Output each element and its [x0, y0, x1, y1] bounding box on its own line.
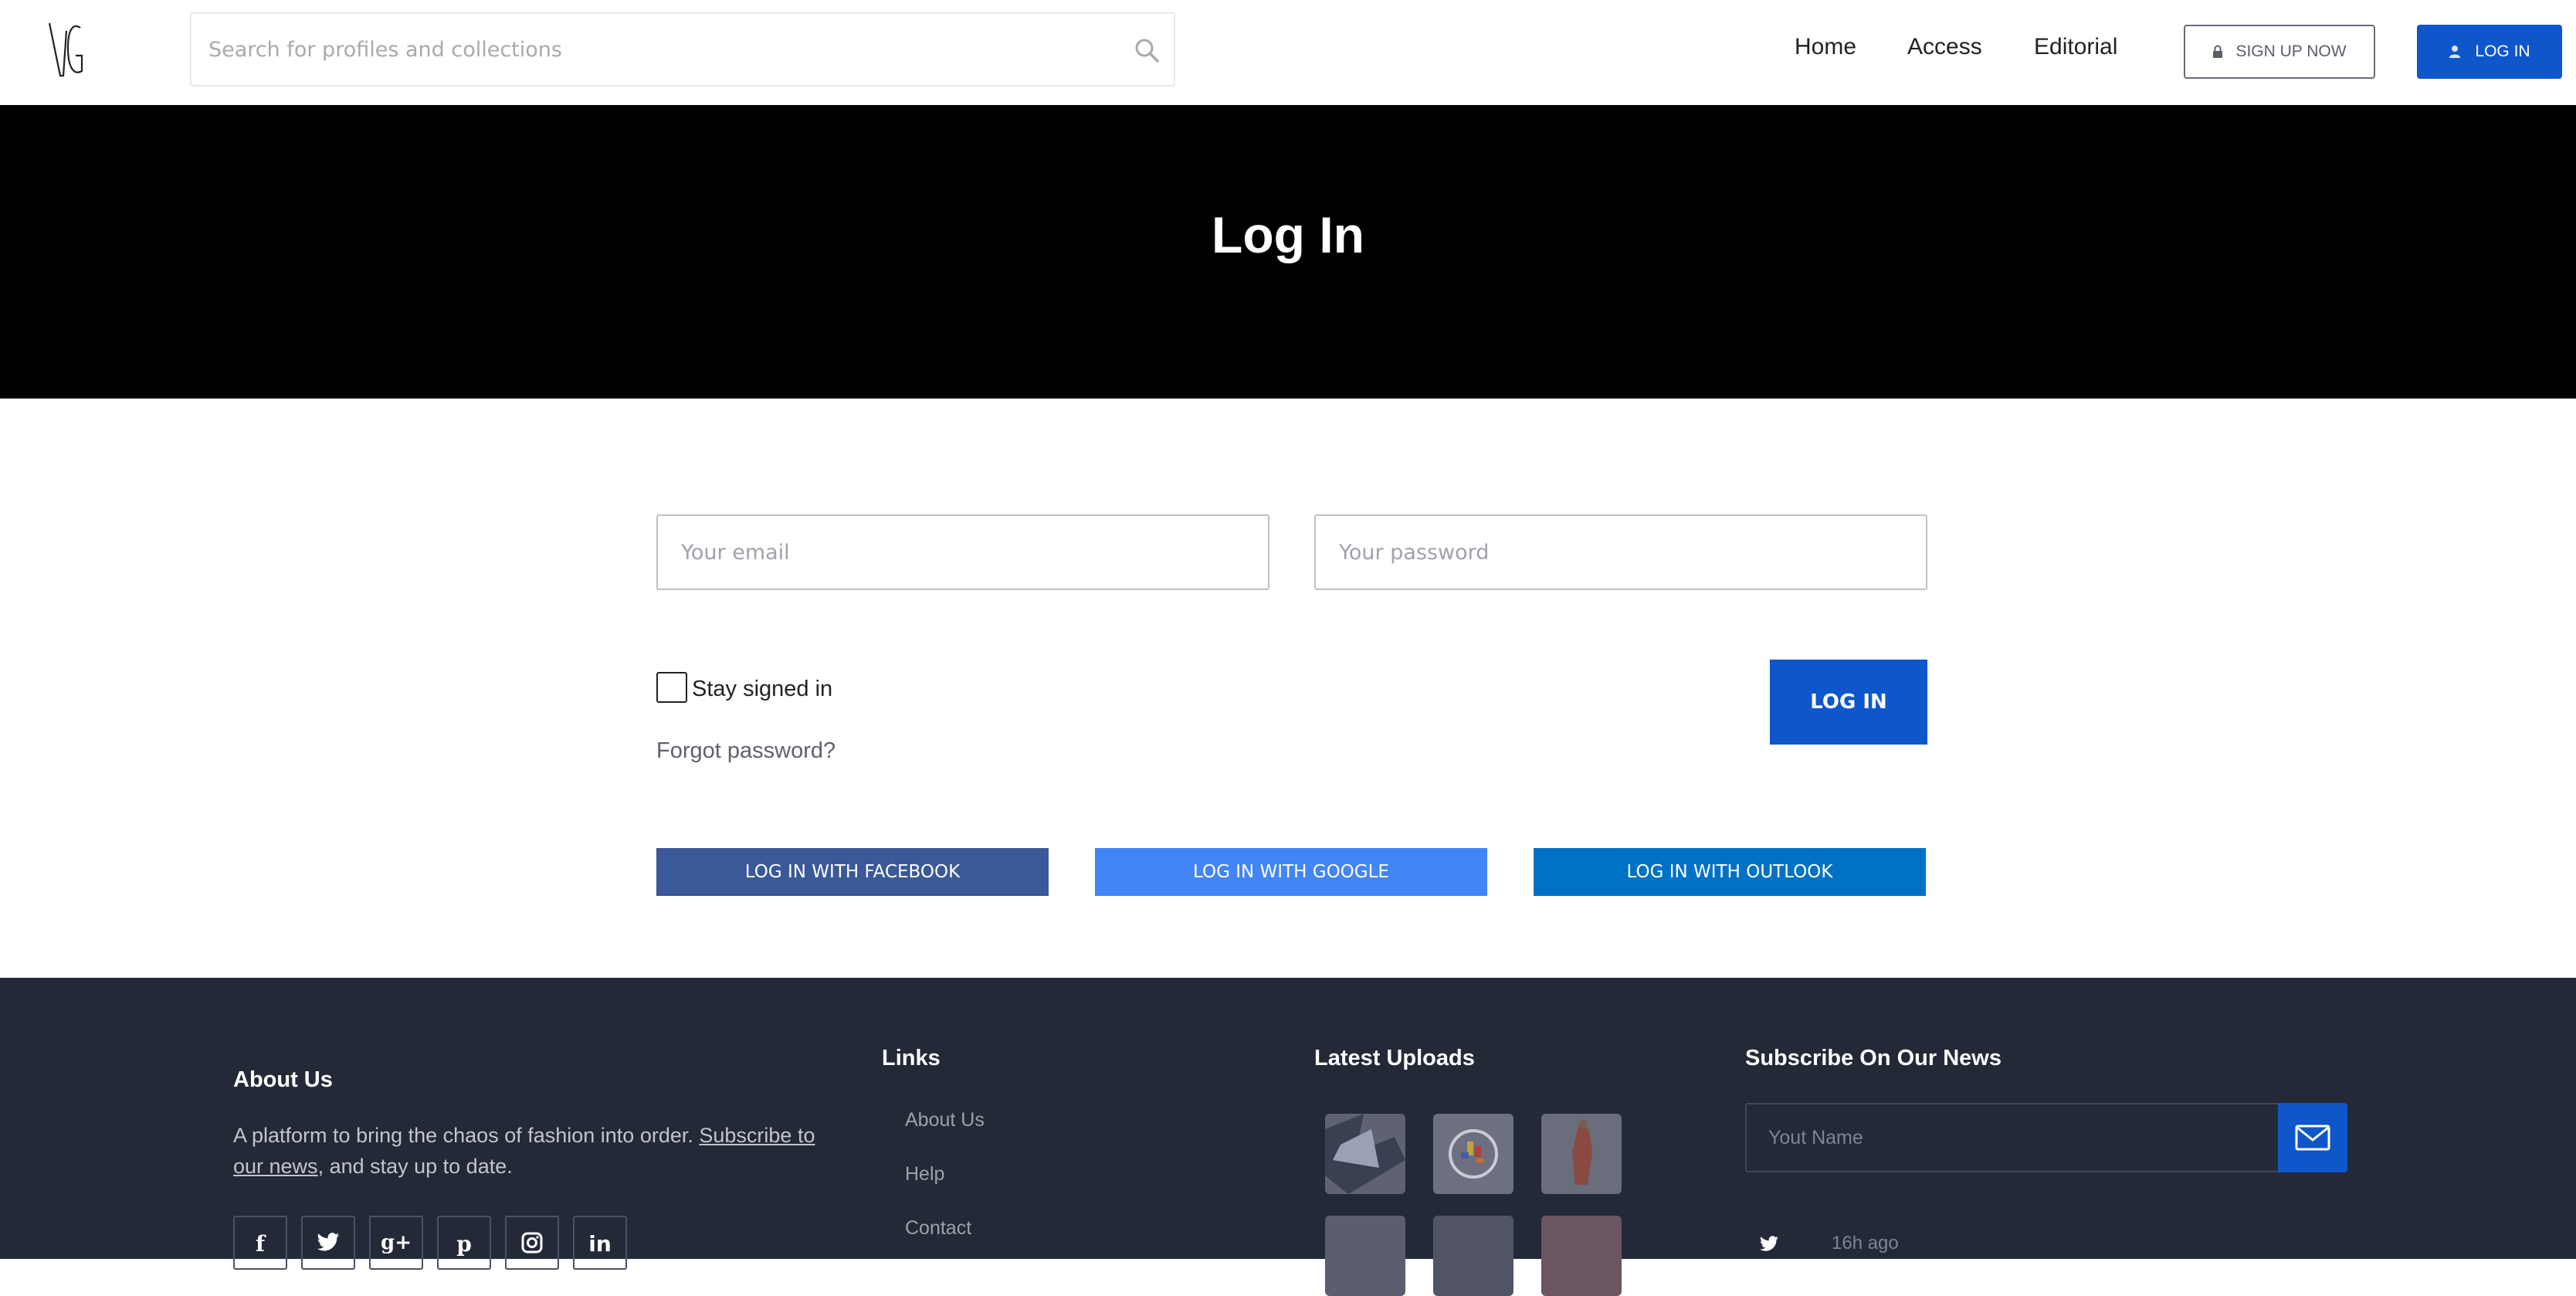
footer-link-contact[interactable]: Contact [905, 1217, 971, 1240]
search-input[interactable] [208, 14, 1120, 85]
envelope-icon [2295, 1125, 2330, 1151]
google-plus-icon[interactable]: g+ [369, 1216, 423, 1270]
nav-home[interactable]: Home [1795, 34, 1856, 60]
subscribe-button[interactable] [2278, 1103, 2347, 1172]
brand-logo[interactable] [46, 20, 86, 79]
linkedin-icon[interactable]: in [573, 1216, 627, 1270]
sign-up-label: SIGN UP NOW [2235, 42, 2347, 60]
upload-thumbnail[interactable] [1433, 1114, 1513, 1194]
facebook-icon[interactable]: f [233, 1216, 287, 1270]
sign-up-button[interactable]: SIGN UP NOW [2184, 25, 2375, 79]
upload-thumbnail[interactable] [1433, 1216, 1513, 1296]
lock-icon [2213, 45, 2223, 58]
search-box [190, 12, 1175, 87]
google-login-button[interactable]: LOG IN WITH GOOGLE [1095, 848, 1487, 896]
search-icon[interactable] [1134, 37, 1160, 63]
nav-editorial[interactable]: Editorial [2034, 34, 2117, 60]
email-field-wrapper [656, 514, 1269, 590]
tweet-timestamp: 16h ago [1832, 1233, 1899, 1254]
about-us-heading: About Us [233, 1067, 333, 1092]
upload-thumbnail[interactable] [1325, 1114, 1405, 1194]
links-heading: Links [882, 1046, 941, 1070]
facebook-login-button[interactable]: LOG IN WITH FACEBOOK [656, 848, 1049, 896]
header-log-in-label: LOG IN [2475, 42, 2530, 60]
password-field[interactable] [1316, 516, 1926, 589]
about-text-end: , and stay up to date. [317, 1155, 513, 1178]
pinterest-icon[interactable]: p [437, 1216, 491, 1270]
about-us-text: A platform to bring the chaos of fashion… [233, 1120, 820, 1182]
email-field[interactable] [658, 516, 1268, 589]
upload-thumbnail[interactable] [1541, 1114, 1622, 1194]
tweet-twitter-icon [1760, 1236, 1778, 1251]
site-header: Home Access Editorial SIGN UP NOW LOG IN [0, 0, 2576, 105]
user-icon [2449, 46, 2461, 58]
twitter-icon[interactable] [301, 1216, 355, 1270]
header-log-in-button[interactable]: LOG IN [2417, 25, 2562, 79]
nav-access[interactable]: Access [1907, 34, 1982, 60]
about-text-start: A platform to bring the chaos of fashion… [233, 1124, 700, 1147]
stay-signed-in-label[interactable]: Stay signed in [692, 677, 832, 702]
upload-thumbnail[interactable] [1541, 1216, 1622, 1296]
footer-link-help[interactable]: Help [905, 1163, 944, 1186]
log-in-button[interactable]: LOG IN [1770, 660, 1927, 745]
footer-link-about-us[interactable]: About Us [905, 1109, 985, 1131]
forgot-password-link[interactable]: Forgot password? [656, 738, 836, 764]
upload-thumbnail[interactable] [1325, 1216, 1405, 1296]
password-field-wrapper [1314, 514, 1927, 590]
page-title: Log In [1212, 206, 1364, 263]
latest-uploads-heading: Latest Uploads [1314, 1046, 1475, 1070]
subscribe-name-input[interactable] [1747, 1104, 2278, 1171]
instagram-icon[interactable] [505, 1216, 559, 1270]
outlook-login-button[interactable]: LOG IN WITH OUTLOOK [1534, 848, 1926, 896]
subscribe-heading: Subscribe On Our News [1745, 1046, 2001, 1070]
hero-banner: Log In [0, 105, 2576, 399]
subscribe-name-wrapper [1745, 1103, 2279, 1172]
stay-signed-in-checkbox[interactable] [656, 672, 687, 703]
